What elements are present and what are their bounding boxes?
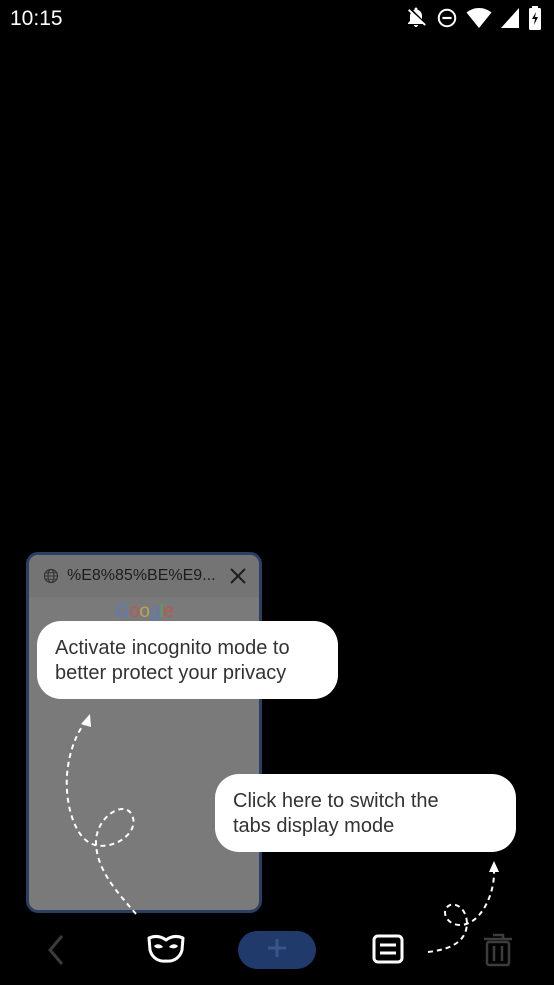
list-view-icon[interactable] (372, 932, 404, 971)
add-tab-button[interactable] (238, 931, 316, 969)
display-mode-tooltip-line2: tabs display mode (233, 815, 395, 837)
tab-card[interactable]: %E8%85%BE%E9... Google (26, 552, 262, 913)
plus-icon (266, 937, 288, 964)
display-mode-tooltip[interactable]: Click here to switch the tabs display mo… (215, 774, 516, 852)
status-icons (404, 6, 542, 30)
notifications-off-icon (404, 6, 428, 30)
close-icon[interactable] (229, 567, 247, 590)
chevron-left-icon[interactable] (44, 932, 68, 973)
incognito-tooltip[interactable]: Activate incognito mode to better protec… (37, 621, 338, 699)
tab-title: %E8%85%BE%E9... (67, 567, 216, 584)
bottom-toolbar (0, 918, 554, 985)
status-bar: 10:15 (0, 0, 554, 40)
display-mode-tooltip-line1: Click here to switch the (233, 790, 439, 812)
incognito-tooltip-line2: better protect your privacy (55, 662, 287, 684)
trash-icon[interactable] (482, 932, 514, 973)
signal-icon (500, 7, 520, 29)
incognito-tooltip-line1: Activate incognito mode to (55, 637, 290, 659)
wifi-icon (466, 7, 492, 29)
tab-switcher-screen: 10:15 %E8%85%BE%E9... Google Activate in… (0, 0, 554, 985)
battery-icon (528, 6, 542, 30)
globe-icon (43, 568, 59, 589)
do-not-disturb-icon (436, 7, 458, 29)
tab-card-header: %E8%85%BE%E9... (29, 555, 259, 597)
mask-icon[interactable] (146, 932, 186, 971)
tab-preview-logo: Google (115, 601, 174, 622)
status-time: 10:15 (10, 7, 63, 30)
